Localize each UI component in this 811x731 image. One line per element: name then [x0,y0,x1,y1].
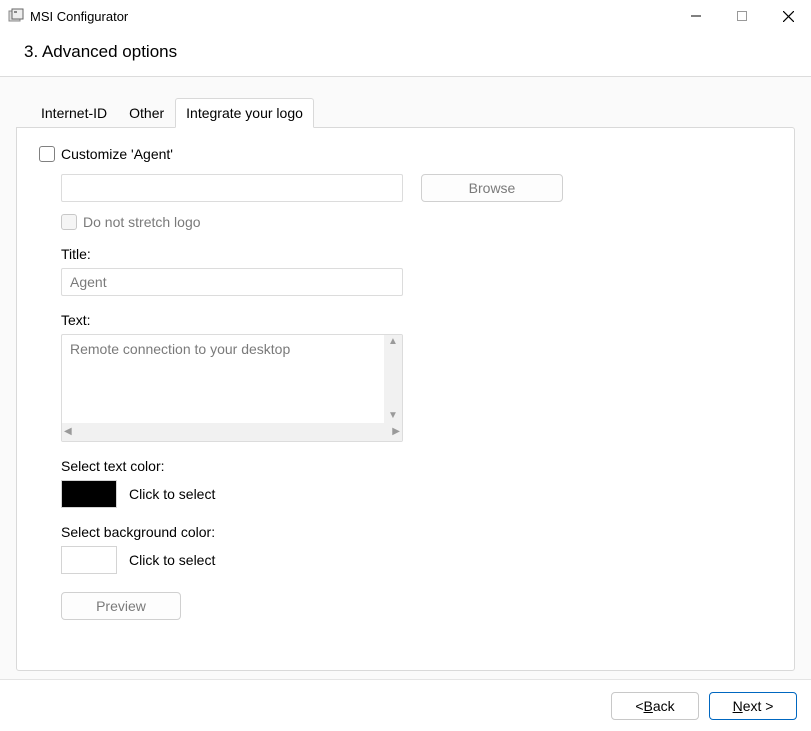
customize-agent-checkbox[interactable] [39,146,55,162]
app-icon [8,8,24,24]
text-content: Remote connection to your desktop [62,335,384,423]
text-label: Text: [61,312,772,328]
select-bg-color-label: Select background color: [61,524,772,540]
title-input[interactable] [61,268,403,296]
next-button[interactable]: Next > [709,692,797,720]
browse-button[interactable]: Browse [421,174,563,202]
tab-integrate-logo[interactable]: Integrate your logo [175,98,314,128]
scroll-left-icon: ◀ [64,427,72,437]
no-stretch-checkbox[interactable] [61,214,77,230]
tab-other[interactable]: Other [118,98,175,128]
tabbar: Internet-ID Other Integrate your logo [30,97,795,127]
window-title: MSI Configurator [30,9,128,24]
maximize-button[interactable] [719,0,765,32]
content-area: Internet-ID Other Integrate your logo Cu… [0,77,811,683]
customize-agent-label: Customize 'Agent' [61,146,173,162]
logo-path-input[interactable] [61,174,403,202]
vertical-scrollbar[interactable]: ▲ ▼ [384,335,402,423]
scroll-up-icon: ▲ [388,337,398,347]
bg-color-hint: Click to select [129,552,215,568]
wizard-footer: < Back Next > [0,679,811,731]
tab-internet-id[interactable]: Internet-ID [30,98,118,128]
select-text-color-label: Select text color: [61,458,772,474]
page-heading: 3. Advanced options [0,32,811,76]
titlebar: MSI Configurator [0,0,811,32]
no-stretch-label: Do not stretch logo [83,214,201,230]
text-color-swatch[interactable] [61,480,117,508]
tab-panel: Customize 'Agent' Browse Do not stretch … [16,127,795,671]
horizontal-scrollbar[interactable]: ◀ ▶ [62,423,402,441]
bg-color-swatch[interactable] [61,546,117,574]
scroll-down-icon: ▼ [388,411,398,421]
back-button[interactable]: < Back [611,692,699,720]
minimize-button[interactable] [673,0,719,32]
close-button[interactable] [765,0,811,32]
preview-button[interactable]: Preview [61,592,181,620]
title-label: Title: [61,246,772,262]
scroll-right-icon: ▶ [392,427,400,437]
customize-agent-checkbox-row[interactable]: Customize 'Agent' [39,146,772,162]
text-textarea[interactable]: Remote connection to your desktop ▲ ▼ ◀ … [61,334,403,442]
text-color-hint: Click to select [129,486,215,502]
